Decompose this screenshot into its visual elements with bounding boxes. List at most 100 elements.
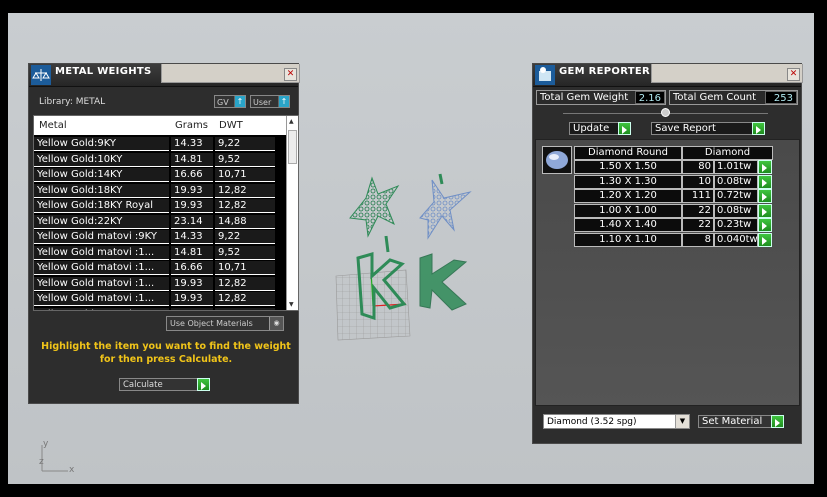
table-row[interactable]: Yellow Gold:18KY Royal 19.93 12,82 <box>34 199 286 214</box>
user-dropdown-icon: ↑ <box>278 96 289 107</box>
calculate-label: Calculate <box>123 380 163 390</box>
grams-cell: 19.93 <box>171 183 213 198</box>
dwt-cell: 9,22 <box>215 137 275 151</box>
close-icon[interactable]: ✕ <box>787 68 800 81</box>
table-row[interactable]: Yellow Gold matovi :1... 19.93 12,82 <box>34 276 286 292</box>
total-gem-count-value: 253 <box>765 91 797 104</box>
gv-dropdown-icon: ↑ <box>234 96 245 107</box>
table-row[interactable]: Yellow Gold matovi :1... 14.81 9,52 <box>34 245 286 261</box>
table-row[interactable]: Yellow Gold matovi :1... 19.93 12,82 <box>34 292 286 307</box>
save-report-button[interactable]: Save Report <box>651 122 765 135</box>
green-star-model <box>349 176 400 238</box>
gem-reporter-titlebar[interactable]: GEM REPORTER ✕ <box>533 64 803 87</box>
metal-cell: Yellow Gold:18KY <box>34 183 169 198</box>
scroll-up-icon[interactable]: ▲ <box>289 118 294 125</box>
table-row[interactable]: Yellow Gold:22KY 23.14 14,88 <box>34 214 286 230</box>
user-button[interactable]: User ↑ <box>250 95 290 108</box>
save-report-label: Save Report <box>655 123 716 134</box>
update-label: Update <box>573 123 610 134</box>
gem-header-material: Diamond <box>682 146 773 160</box>
axis-x-label: x <box>69 465 75 475</box>
gem-weight-cell: 0.040tw <box>714 232 758 247</box>
metal-weights-titlebar[interactable]: METAL WEIGHTS ✕ <box>29 64 300 87</box>
close-icon[interactable]: ✕ <box>284 68 297 81</box>
metal-cell: Yellow Gold matovi :1... <box>34 245 169 260</box>
titlebar-fill <box>651 64 803 83</box>
metal-weights-panel: METAL WEIGHTS ✕ Library: METAL GV ↑ User… <box>28 63 300 404</box>
dwt-cell: 12,82 <box>215 292 275 306</box>
gem-reporter-panel: GEM REPORTER ✕ Total Gem Weight 2.16 Tot… <box>532 63 803 444</box>
metal-table-header: Metal Grams DWT <box>34 116 286 135</box>
gem-row-arrow-icon[interactable] <box>758 174 772 189</box>
grams-cell: 19.93 <box>171 276 213 291</box>
metal-cell: Yellow Gold:9KY <box>34 137 169 151</box>
grams-cell: 14.33 <box>171 230 213 244</box>
metal-table[interactable]: Metal Grams DWT Yellow Gold:9KY 14.33 9,22… <box>33 115 299 311</box>
grams-cell: 16.66 <box>171 261 213 275</box>
dwt-cell: 9,52 <box>215 245 275 260</box>
table-row[interactable]: Yellow Gold:14KY 16.66 10,71 <box>34 168 286 183</box>
gem-row-arrow-icon[interactable] <box>758 218 772 232</box>
metal-cell: Yellow Gold matovi :9KY <box>34 230 169 244</box>
gv-button[interactable]: GV ↑ <box>214 95 246 108</box>
dwt-cell: 12,82 <box>215 199 275 213</box>
gem-row-arrow-icon[interactable] <box>758 160 772 174</box>
dwt-cell: 12,82 <box>215 276 275 291</box>
set-material-button[interactable]: Set Material <box>698 415 784 428</box>
gem-header-type: Diamond Round <box>574 146 682 160</box>
dwt-cell: 10,71 <box>215 261 275 275</box>
table-row[interactable]: Yellow Gold matovi :1... 16.66 10,71 <box>34 261 286 276</box>
gem-count-cell: 111 <box>682 189 714 203</box>
gem-size-cell: 1.50 X 1.50 <box>574 160 682 174</box>
col-grams[interactable]: Grams <box>175 120 208 131</box>
slider-knob[interactable] <box>661 108 670 117</box>
gem-report-area: Diamond Round Diamond 1.50 X 1.50 80 1.01t… <box>535 139 800 406</box>
jewelry-models[interactable] <box>328 158 488 348</box>
scroll-thumb[interactable] <box>288 130 297 164</box>
dwt-cell: 14,88 <box>215 307 275 310</box>
gem-weight-cell: 0.08tw <box>714 174 758 189</box>
gem-size-cell: 1.30 X 1.30 <box>574 174 682 189</box>
table-row[interactable]: Yellow Gold:18KY 19.93 12,82 <box>34 183 286 199</box>
col-metal[interactable]: Metal <box>39 120 67 131</box>
set-material-label: Set Material <box>702 416 763 427</box>
gem-row-arrow-icon[interactable] <box>758 189 772 203</box>
material-select-value: Diamond (3.52 spg) <box>547 417 637 427</box>
gem-report-icon <box>535 65 555 85</box>
chevron-down-icon: ▼ <box>675 415 689 428</box>
gem-count-cell: 22 <box>682 218 714 232</box>
gem-size-cell: 1.00 X 1.00 <box>574 203 682 218</box>
col-dwt[interactable]: DWT <box>219 120 243 131</box>
use-object-materials-select[interactable]: Use Object Materials ◉ <box>166 316 284 331</box>
dwt-cell: 9,52 <box>215 152 275 167</box>
grams-cell: 16.66 <box>171 168 213 182</box>
gem-count-cell: 10 <box>682 174 714 189</box>
grams-cell: 19.93 <box>171 199 213 213</box>
metal-table-scrollbar[interactable]: ▲ ▼ <box>286 116 298 310</box>
axis-z-label: z <box>39 457 44 467</box>
table-row[interactable]: Yellow Gold matovi :2...23.1414,88 <box>34 307 286 310</box>
gem-count-cell: 8 <box>682 232 714 247</box>
grams-cell: 19.93 <box>171 292 213 306</box>
metal-cell: Yellow Gold matovi :1... <box>34 292 169 306</box>
material-select[interactable]: Diamond (3.52 spg) ▼ <box>543 414 690 429</box>
table-row[interactable]: Yellow Gold:10KY 14.81 9,52 <box>34 152 286 168</box>
table-row[interactable]: Yellow Gold matovi :9KY 14.33 9,22 <box>34 230 286 245</box>
gem-row-arrow-icon[interactable] <box>758 203 772 218</box>
grams-cell: 14.81 <box>171 152 213 167</box>
grams-cell: 14.81 <box>171 245 213 260</box>
axis-y-label: y <box>43 439 49 449</box>
gem-weight-cell: 0.72tw <box>714 189 758 203</box>
table-row[interactable]: Yellow Gold:9KY 14.33 9,22 <box>34 137 286 152</box>
gem-row-arrow-icon[interactable] <box>758 232 772 247</box>
metal-cell: Yellow Gold:14KY <box>34 168 169 182</box>
update-button[interactable]: Update <box>569 122 631 135</box>
gem-count-cell: 22 <box>682 203 714 218</box>
calculate-arrow-icon <box>197 378 210 391</box>
calculate-button[interactable]: Calculate <box>119 378 210 391</box>
metal-cell: Yellow Gold:10KY <box>34 152 169 167</box>
dwt-cell: 10,71 <box>215 168 275 182</box>
gem-reporter-title: GEM REPORTER <box>559 66 651 77</box>
total-gem-count-label: Total Gem Count <box>673 92 757 103</box>
scroll-down-icon[interactable]: ▼ <box>289 301 294 308</box>
